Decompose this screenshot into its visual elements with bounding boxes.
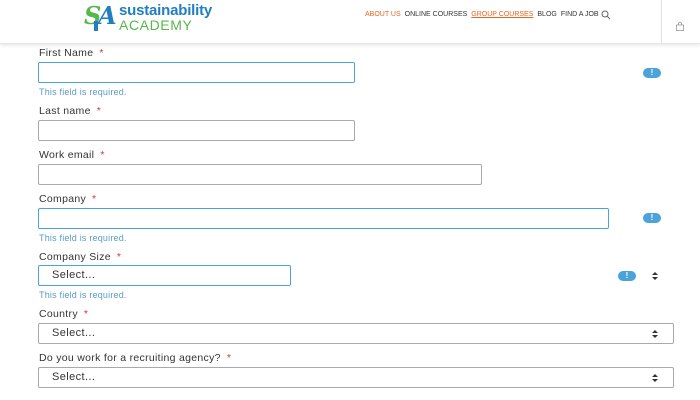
company-label: Company * [39, 193, 97, 205]
select-caret-icon [652, 330, 658, 338]
last-name-label: Last name * [39, 105, 102, 117]
site-logo[interactable]: S A sustainability ACADEMY [84, 1, 212, 32]
recruiting-agency-label: Do you work for a recruiting agency? * [39, 352, 232, 364]
required-mark: * [116, 251, 122, 263]
logo-line-2: ACADEMY [119, 17, 193, 33]
required-mark: * [83, 308, 89, 320]
error-icon: ! [618, 271, 636, 281]
required-mark: * [99, 47, 104, 59]
nav-group-courses[interactable]: GROUP COURSES [471, 11, 533, 18]
nav-online-courses[interactable]: ONLINE COURSES [405, 11, 468, 18]
company-size-error: This field is required. [39, 290, 127, 300]
first-name-error: This field is required. [39, 87, 127, 97]
error-icon: ! [643, 213, 661, 223]
company-error: This field is required. [39, 233, 127, 243]
main-nav: ABOUT US ONLINE COURSES GROUP COURSES BL… [365, 11, 599, 18]
required-mark: * [96, 105, 102, 117]
last-name-input[interactable] [38, 120, 355, 141]
logo-wordmark: sustainability ACADEMY [119, 3, 212, 32]
work-email-input[interactable] [38, 164, 482, 185]
recruiting-agency-select[interactable]: Select... [38, 367, 674, 388]
nav-about-us[interactable]: ABOUT US [365, 11, 401, 18]
required-mark: * [92, 193, 97, 205]
work-email-label: Work email * [39, 149, 105, 161]
header-divider [661, 0, 662, 44]
error-icon: ! [643, 68, 661, 78]
select-caret-icon [652, 374, 658, 382]
company-size-select[interactable]: Select... [38, 265, 291, 286]
select-caret-icon [652, 272, 658, 280]
logo-mark-a: A [98, 1, 117, 30]
nav-blog[interactable]: BLOG [537, 11, 556, 18]
company-size-label: Company Size * [39, 251, 122, 263]
country-select[interactable]: Select... [38, 323, 674, 344]
company-input[interactable] [38, 208, 609, 229]
logo-mark: S A [84, 1, 118, 31]
site-header: S A sustainability ACADEMY ABOUT US ONLI… [0, 0, 700, 44]
first-name-label: First Name * [39, 47, 104, 59]
search-icon[interactable] [601, 10, 611, 20]
logo-line-1: sustainability [119, 2, 213, 19]
first-name-input[interactable] [38, 62, 355, 83]
nav-find-a-job[interactable]: FIND A JOB [561, 11, 599, 18]
required-mark: * [226, 352, 232, 364]
shopping-bag-icon[interactable] [676, 22, 684, 31]
country-label: Country * [39, 308, 89, 320]
logo-tree-stem [94, 21, 98, 31]
signup-form: First Name * This field is required. ! La… [0, 44, 700, 400]
required-mark: * [100, 149, 105, 161]
